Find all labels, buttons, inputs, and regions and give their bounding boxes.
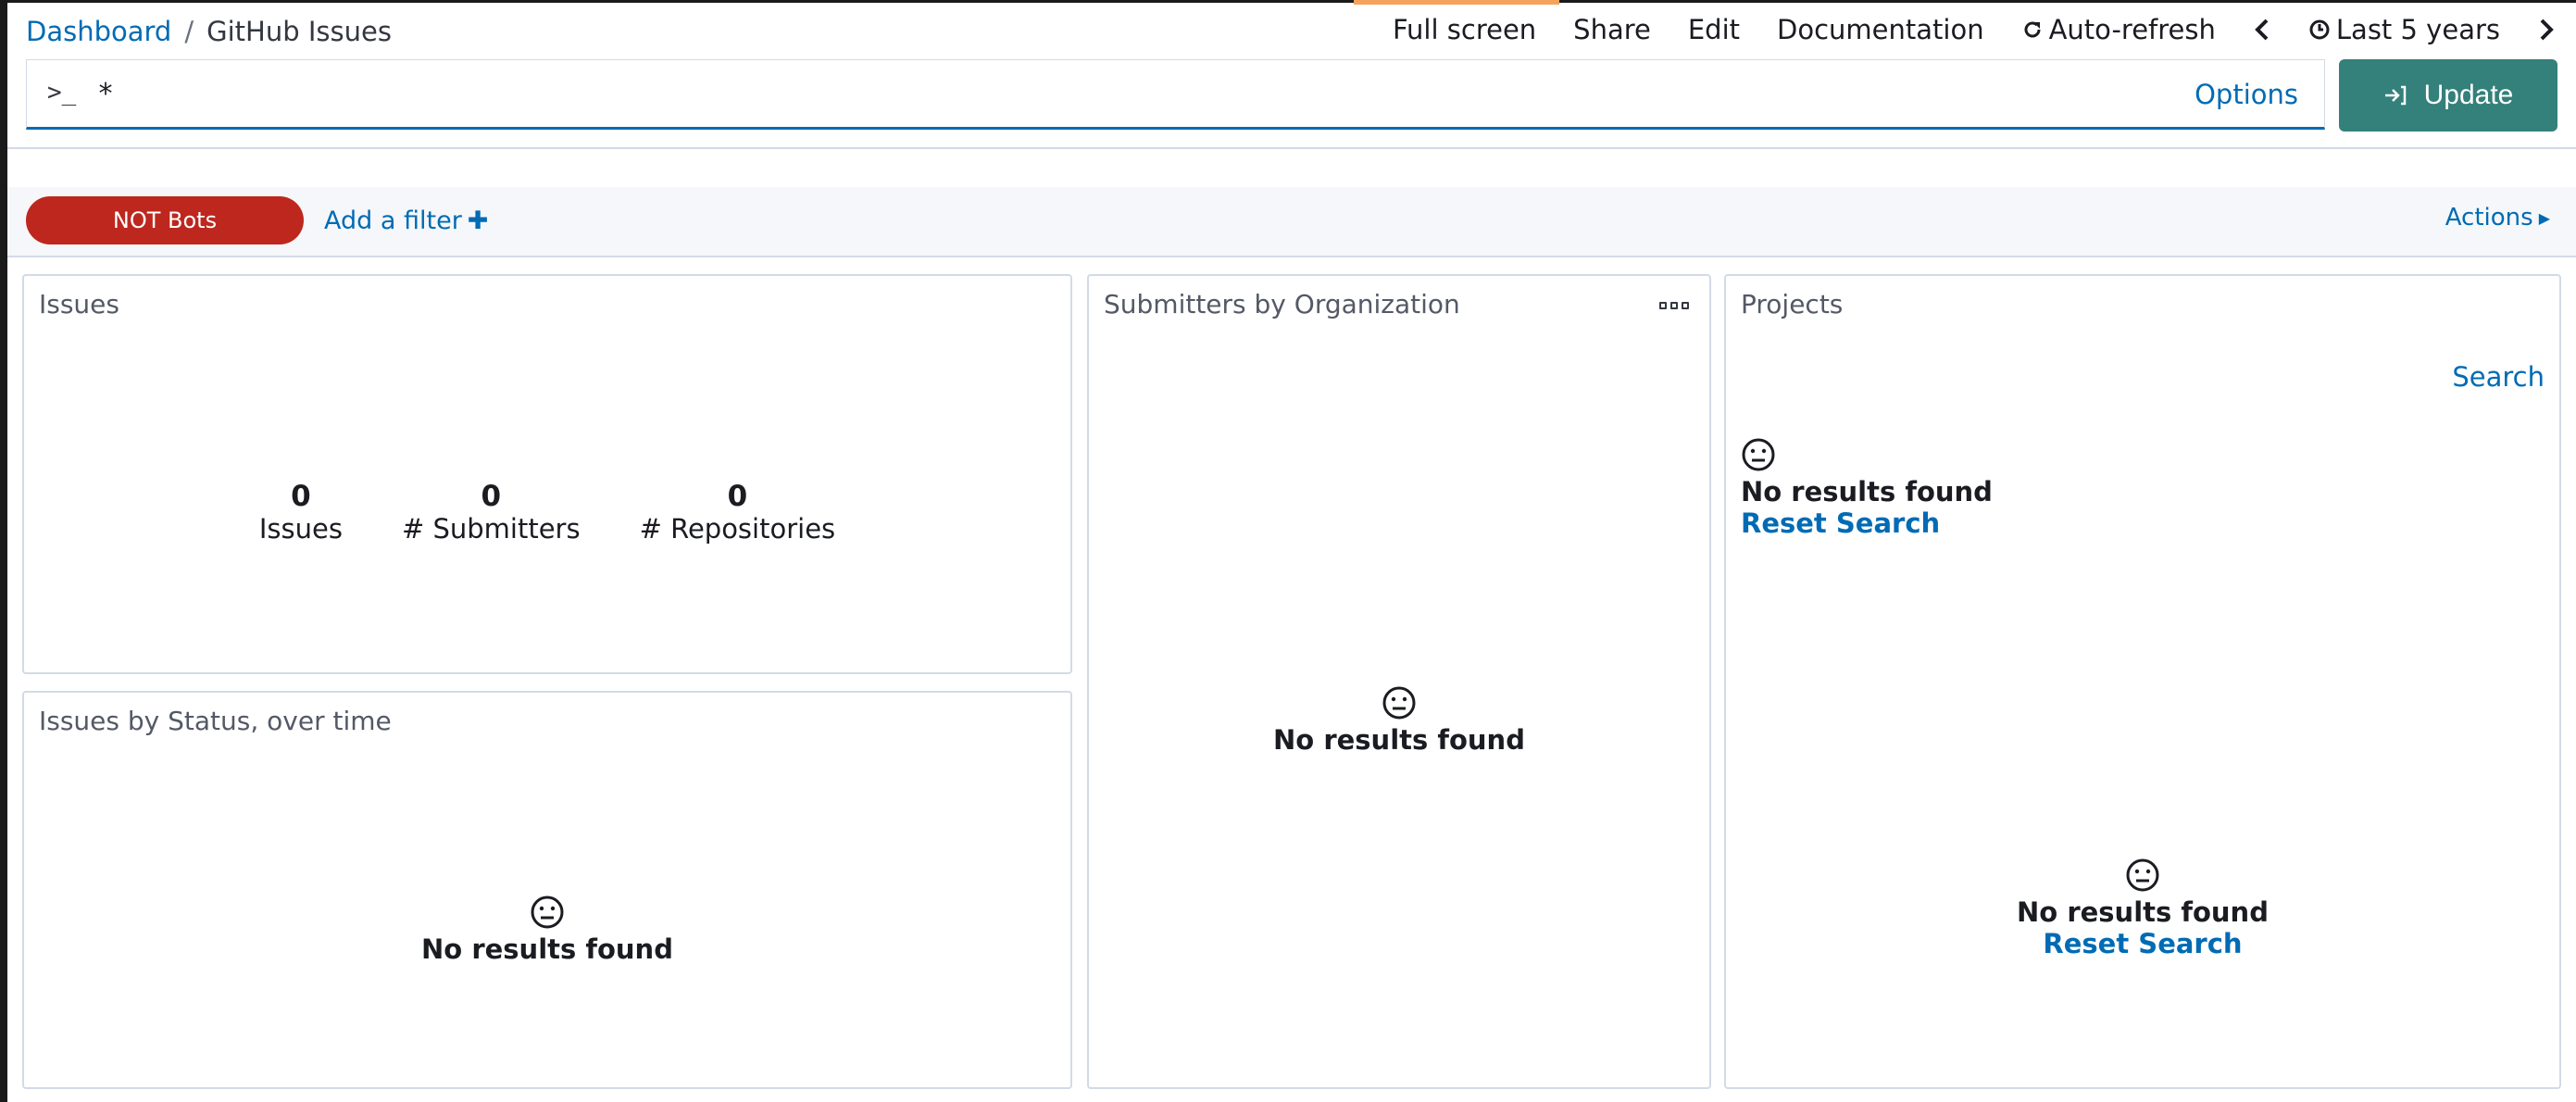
- breadcrumb-separator: /: [184, 16, 194, 47]
- panel-title: Issues by Status, over time: [39, 706, 392, 736]
- neutral-face-icon: [531, 895, 564, 929]
- metric-value: 0: [481, 480, 502, 513]
- actions-label: Actions: [2445, 204, 2533, 232]
- metric-issues: 0 Issues: [259, 480, 343, 545]
- edit-link[interactable]: Edit: [1688, 14, 1740, 45]
- no-results: No results found: [24, 895, 1070, 965]
- divider: [7, 147, 2576, 149]
- breadcrumb-current: GitHub Issues: [206, 16, 392, 47]
- metric-label: # Submitters: [401, 513, 581, 545]
- panel-issues: Issues 0 Issues 0 # Submitters 0 # Repos…: [22, 274, 1072, 674]
- metric-label: # Repositories: [639, 513, 836, 545]
- metrics-row: 0 Issues 0 # Submitters 0 # Repositories: [24, 480, 1070, 545]
- time-range-label: Last 5 years: [2335, 14, 2500, 45]
- chevron-left-icon: [2255, 19, 2269, 41]
- query-input[interactable]: [97, 71, 2134, 116]
- panel-title: Projects: [1741, 289, 1844, 319]
- time-range-picker[interactable]: Last 5 years: [2308, 14, 2500, 45]
- time-prev-button[interactable]: [2253, 18, 2271, 42]
- window-edge-left: [0, 0, 7, 1102]
- no-results-text: No results found: [2017, 896, 2269, 928]
- auto-refresh-label: Auto-refresh: [2048, 14, 2216, 45]
- query-prompt: >_: [47, 79, 77, 106]
- panel-projects: Projects Search No results found Reset S…: [1724, 274, 2561, 1089]
- reset-search-link[interactable]: Reset Search: [1726, 928, 2559, 959]
- chevron-right-icon: [2540, 19, 2554, 41]
- metric-repositories: 0 # Repositories: [640, 480, 836, 545]
- nav-menu: Full screen Share Edit Documentation Aut…: [1393, 14, 2556, 45]
- breadcrumb-dashboard-link[interactable]: Dashboard: [26, 16, 171, 47]
- neutral-face-icon: [2126, 858, 2159, 892]
- panel-issues-by-status: Issues by Status, over time No results f…: [22, 691, 1072, 1089]
- metric-submitters: 0 # Submitters: [402, 480, 581, 545]
- no-results-text: No results found: [1741, 476, 1993, 507]
- metric-value: 0: [727, 480, 748, 513]
- caret-right-icon: ▶: [2538, 208, 2550, 227]
- filter-bar: NOT Bots Add a filter ✚ Actions ▶: [7, 187, 2576, 257]
- add-filter-label: Add a filter: [324, 207, 462, 235]
- query-options-link[interactable]: Options: [2195, 79, 2298, 110]
- panel-title: Issues: [39, 289, 119, 319]
- breadcrumb: Dashboard / GitHub Issues: [26, 16, 392, 47]
- auto-refresh-button[interactable]: Auto-refresh: [2021, 14, 2216, 45]
- no-results-top: No results found Reset Search: [1741, 437, 1993, 539]
- panel-title: Submitters by Organization: [1104, 289, 1460, 319]
- full-screen-link[interactable]: Full screen: [1393, 14, 1536, 45]
- panel-options-icon[interactable]: [1656, 302, 1689, 309]
- update-label: Update: [2423, 80, 2514, 110]
- metric-label: Issues: [258, 513, 343, 545]
- top-nav: Dashboard / GitHub Issues Full screen Sh…: [7, 3, 2576, 58]
- documentation-link[interactable]: Documentation: [1777, 14, 1984, 45]
- login-icon: [2383, 84, 2407, 106]
- query-bar: >_ Options: [26, 59, 2325, 130]
- share-link[interactable]: Share: [1573, 14, 1651, 45]
- add-filter-link[interactable]: Add a filter ✚: [324, 207, 488, 235]
- neutral-face-icon: [1742, 438, 1775, 471]
- refresh-icon: [2021, 19, 2044, 41]
- update-button[interactable]: Update: [2339, 59, 2557, 131]
- metric-value: 0: [291, 480, 311, 513]
- no-results-bottom: No results found Reset Search: [1726, 858, 2559, 959]
- filter-pill-not-bots[interactable]: NOT Bots: [26, 196, 304, 244]
- clock-icon: [2308, 19, 2331, 41]
- neutral-face-icon: [1382, 686, 1416, 720]
- panel-submitters-by-organization: Submitters by Organization No results fo…: [1087, 274, 1711, 1089]
- filter-actions-link[interactable]: Actions ▶: [2445, 204, 2550, 232]
- no-results: No results found: [1089, 685, 1709, 756]
- no-results-text: No results found: [1273, 724, 1525, 756]
- reset-search-link[interactable]: Reset Search: [1741, 507, 1993, 539]
- no-results-text: No results found: [421, 933, 673, 965]
- time-next-button[interactable]: [2537, 18, 2556, 42]
- plus-icon: ✚: [467, 207, 489, 235]
- projects-search-link[interactable]: Search: [2452, 361, 2545, 393]
